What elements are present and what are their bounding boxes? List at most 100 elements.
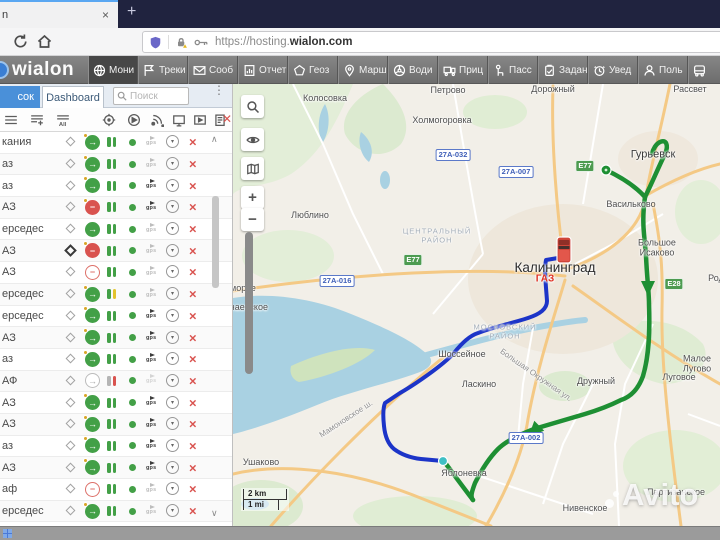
unit-remove-icon[interactable]: × — [189, 374, 197, 387]
unit-remove-icon[interactable]: × — [189, 244, 197, 257]
unit-row[interactable]: АФ→gps▾× — [0, 371, 233, 393]
unit-menu-button[interactable]: ▾ — [166, 222, 179, 235]
unit-menu-button[interactable]: ▾ — [166, 439, 179, 452]
locate-diamond-icon[interactable] — [66, 224, 76, 234]
unit-menu-button[interactable]: ▾ — [166, 396, 179, 409]
unit-row[interactable]: аз→gps▾× — [0, 175, 233, 197]
map-search-button[interactable] — [241, 95, 264, 118]
unit-row[interactable]: ерседес→gps▾× — [0, 501, 233, 523]
tab-dashboard[interactable]: Dashboard — [42, 86, 104, 108]
map-panel[interactable]: КолосовкаПетровоДорожныйРассветХолмогоро… — [233, 84, 720, 526]
unit-row[interactable]: АЗ→gps▾× — [0, 457, 233, 479]
unit-menu-button[interactable]: ▾ — [166, 244, 179, 257]
menu-item-Сооб[interactable]: Сооб — [188, 56, 238, 84]
toolbar-player-icon[interactable] — [193, 113, 207, 127]
menu-item-Треки[interactable]: Треки — [138, 56, 188, 84]
locate-diamond-icon[interactable] — [66, 180, 76, 190]
lock-warning-icon[interactable] — [175, 36, 188, 49]
scroll-up-icon[interactable]: ∧ — [211, 134, 218, 145]
locate-diamond-icon[interactable] — [66, 202, 76, 212]
unit-menu-button[interactable]: ▾ — [166, 352, 179, 365]
unit-remove-icon[interactable]: × — [189, 266, 197, 279]
unit-row[interactable]: АЗ−gps▾× — [0, 240, 233, 262]
toolbar-screen-icon[interactable] — [172, 113, 186, 127]
menu-item-bus[interactable] — [688, 56, 720, 84]
unit-menu-button[interactable]: ▾ — [166, 135, 179, 148]
unit-remove-icon[interactable]: × — [189, 461, 197, 474]
unit-row[interactable]: ерседес→gps▾× — [0, 219, 233, 241]
toolbar-signal-icon[interactable] — [150, 113, 164, 127]
toolbar-close-icon[interactable]: ✕ — [222, 112, 232, 126]
unit-row[interactable]: АЗ−gps▾× — [0, 262, 233, 284]
zoom-out-button[interactable]: − — [241, 208, 264, 231]
locate-diamond-icon[interactable] — [66, 310, 76, 320]
unit-remove-icon[interactable]: × — [189, 158, 197, 171]
unit-remove-icon[interactable]: × — [189, 179, 197, 192]
locate-diamond-icon[interactable] — [66, 397, 76, 407]
unit-row[interactable]: кания→gps▾× — [0, 132, 233, 154]
unit-menu-button[interactable]: ▾ — [166, 309, 179, 322]
list-scrollbar-thumb[interactable] — [212, 196, 219, 288]
unit-remove-icon[interactable]: × — [189, 353, 197, 366]
locate-diamond-icon[interactable] — [64, 244, 77, 257]
unit-menu-button[interactable]: ▾ — [166, 265, 179, 278]
zoom-slider[interactable] — [245, 232, 253, 374]
unit-menu-button[interactable]: ▾ — [166, 417, 179, 430]
toolbar-list-all-icon[interactable]: All — [56, 113, 70, 127]
menu-item-Увед[interactable]: Увед — [588, 56, 638, 84]
unit-row[interactable]: АЗ→gps▾× — [0, 414, 233, 436]
locate-diamond-icon[interactable] — [66, 484, 76, 494]
menu-item-Мони[interactable]: Мони — [88, 56, 138, 84]
unit-remove-icon[interactable]: × — [189, 136, 197, 149]
toolbar-list-add-icon[interactable] — [30, 113, 44, 127]
locate-diamond-icon[interactable] — [66, 289, 76, 299]
unit-remove-icon[interactable]: × — [189, 331, 197, 344]
url-text[interactable]: https://hosting.wialon.com — [215, 36, 352, 48]
unit-menu-button[interactable]: ▾ — [166, 374, 179, 387]
menu-item-Пасс[interactable]: Пасс — [488, 56, 538, 84]
locate-diamond-icon[interactable] — [66, 354, 76, 364]
unit-row[interactable]: аз→gps▾× — [0, 436, 233, 458]
unit-remove-icon[interactable]: × — [189, 439, 197, 452]
unit-remove-icon[interactable]: × — [189, 396, 197, 409]
menu-item-Задан[interactable]: Задан — [538, 56, 588, 84]
locate-diamond-icon[interactable] — [66, 462, 76, 472]
unit-remove-icon[interactable]: × — [189, 288, 197, 301]
new-tab-button[interactable]: + — [127, 3, 136, 21]
unit-menu-button[interactable]: ▾ — [166, 179, 179, 192]
vehicle-marker-icon[interactable] — [557, 237, 571, 263]
unit-row[interactable]: аз→gps▾× — [0, 154, 233, 176]
locate-diamond-icon[interactable] — [66, 441, 76, 451]
locate-diamond-icon[interactable] — [66, 137, 76, 147]
unit-menu-button[interactable]: ▾ — [166, 157, 179, 170]
locate-diamond-icon[interactable] — [66, 419, 76, 429]
unit-row[interactable]: аф−gps▾× — [0, 479, 233, 501]
home-icon[interactable] — [36, 33, 53, 50]
sidebar-menu-dots-icon[interactable]: ⋮ — [213, 88, 221, 93]
unit-row[interactable]: ерседес→gps▾× — [0, 284, 233, 306]
locate-diamond-icon[interactable] — [66, 267, 76, 277]
menu-item-Поль[interactable]: Поль — [638, 56, 688, 84]
tab-close-icon[interactable]: × — [102, 8, 109, 22]
locate-diamond-icon[interactable] — [66, 332, 76, 342]
unit-remove-icon[interactable]: × — [189, 309, 197, 322]
browser-tab[interactable]: n × — [0, 0, 118, 28]
map-visibility-button[interactable] — [241, 128, 264, 151]
unit-menu-button[interactable]: ▾ — [166, 200, 179, 213]
unit-row[interactable]: АЗ→gps▾× — [0, 392, 233, 414]
url-bar[interactable]: https://hosting.wialon.com — [142, 31, 720, 53]
unit-remove-icon[interactable]: × — [189, 201, 197, 214]
menu-item-Приц[interactable]: Приц — [438, 56, 488, 84]
unit-remove-icon[interactable]: × — [189, 483, 197, 496]
unit-row[interactable]: АЗ−gps▾× — [0, 197, 233, 219]
unit-row[interactable]: аз→gps▾× — [0, 349, 233, 371]
toolbar-list-plain-icon[interactable] — [4, 113, 18, 127]
toolbar-follow-icon[interactable] — [127, 113, 141, 127]
toolbar-target-icon[interactable] — [102, 113, 116, 127]
menu-item-Отчет[interactable]: Отчет — [238, 56, 288, 84]
menu-item-Марш[interactable]: Марш — [338, 56, 388, 84]
zoom-in-button[interactable]: + — [241, 186, 264, 209]
shield-icon[interactable] — [149, 36, 162, 49]
unit-remove-icon[interactable]: × — [189, 223, 197, 236]
locate-diamond-icon[interactable] — [66, 506, 76, 516]
